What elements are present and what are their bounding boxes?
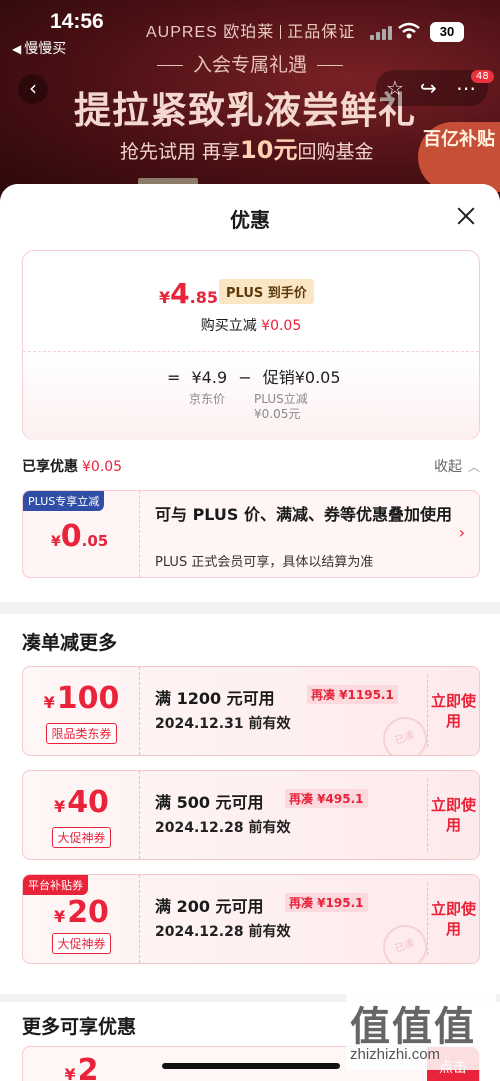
coupon-kind: 大促神券 bbox=[52, 933, 111, 954]
status-bar: 14:56 AUPRES 欧珀莱 正品保证 30 bbox=[0, 8, 500, 42]
signal-icon bbox=[370, 26, 392, 40]
subsidy-badge[interactable]: 百亿补贴 bbox=[418, 122, 500, 192]
coupon-condition: 满 1200 元可用 bbox=[155, 689, 275, 708]
coupon-remaining: 再凑 ¥195.1 bbox=[285, 893, 368, 912]
wifi-icon bbox=[398, 22, 420, 39]
battery-icon: 30 bbox=[430, 22, 464, 42]
plus-discount-amount: ¥0.05 bbox=[51, 519, 109, 554]
coupon-card[interactable]: ¥40 大促神券 满 500 元可用 再凑 ¥495.1 2024.12.28 … bbox=[22, 770, 480, 860]
brand-header: AUPRES 欧珀莱 正品保证 bbox=[146, 18, 355, 42]
back-button[interactable]: ‹ bbox=[18, 74, 48, 104]
message-count-badge: 48 bbox=[471, 70, 494, 83]
chevron-left-icon: ‹ bbox=[29, 76, 37, 100]
coupon-amount: ¥20 bbox=[54, 895, 109, 930]
use-now-button[interactable]: 立即使用 bbox=[427, 675, 479, 747]
use-now-button[interactable]: 立即使用 bbox=[427, 779, 479, 851]
buy-reduce: 购买立减 ¥0.05 bbox=[200, 318, 302, 334]
plus-price: ¥4.85 bbox=[159, 277, 218, 310]
brand-cn: 欧珀莱 bbox=[223, 24, 275, 41]
coupon-amount: ¥40 bbox=[54, 785, 109, 820]
price-formula: = ¥4.9 − 促销¥0.05 京东价 PLUS立减 ¥0.05元 bbox=[23, 352, 479, 440]
coupon-condition: 满 500 元可用 bbox=[155, 793, 264, 812]
banner-title: 提拉紧致乳液尝鲜礼 bbox=[74, 89, 416, 132]
coupons-section: 凑单减更多 ¥100 限品类东券 满 1200 元可用 再凑 ¥1195.1 2… bbox=[0, 614, 500, 994]
sheet-header-area: 优惠 ¥4.85 PLUS 到手价 购买立减 ¥0.05 = ¥4.9 − 促销… bbox=[0, 184, 500, 602]
close-button[interactable] bbox=[452, 202, 480, 230]
plus-corner-tag: PLUS专享立减 bbox=[23, 491, 105, 511]
coupon-card[interactable]: 平台补贴券 ¥20 大促神券 满 200 元可用 再凑 ¥195.1 2024.… bbox=[22, 874, 480, 964]
collapse-toggle[interactable]: 收起 ︿ bbox=[434, 456, 480, 476]
coupon-card[interactable]: ¥100 限品类东券 满 1200 元可用 再凑 ¥1195.1 2024.12… bbox=[22, 666, 480, 756]
enjoyed-discount-row: 已享优惠 ¥0.05 收起 ︿ bbox=[22, 456, 480, 476]
more-offers-title: 更多可享优惠 bbox=[22, 1016, 137, 1038]
coupon-validity: 2024.12.31 前有效 bbox=[155, 716, 291, 732]
brand-guarantee: 正品保证 bbox=[287, 24, 356, 41]
banner-line2: 抢先试用 再享10元回购基金 bbox=[120, 136, 374, 164]
jd-price-label: 京东价 bbox=[189, 392, 226, 406]
status-time: 14:56 bbox=[50, 10, 104, 33]
use-now-button[interactable]: 立即使用 bbox=[427, 883, 479, 955]
platform-subsidy-tag: 平台补贴券 bbox=[23, 875, 88, 895]
plus-price-tag: PLUS 到手价 bbox=[219, 279, 314, 304]
product-banner: 14:56 AUPRES 欧珀莱 正品保证 30 ◀ 慢慢买 入会专属礼遇 ‹ 提拉… bbox=[0, 0, 500, 200]
coupon-kind: 大促神券 bbox=[52, 827, 111, 848]
favorite-icon[interactable]: ☆ bbox=[386, 76, 404, 100]
coupon-remaining: 再凑 ¥1195.1 bbox=[307, 685, 398, 704]
coupon-remaining: 再凑 ¥495.1 bbox=[285, 789, 368, 808]
discount-sheet: 优惠 ¥4.85 PLUS 到手价 购买立减 ¥0.05 = ¥4.9 − 促销… bbox=[0, 184, 500, 1081]
home-indicator[interactable] bbox=[162, 1063, 340, 1069]
coupon-condition: 满 200 元可用 bbox=[155, 897, 264, 916]
promo-amount: 促销¥0.05 bbox=[262, 368, 341, 387]
jd-price: ¥4.9 bbox=[191, 368, 228, 387]
brand-en: AUPRES bbox=[146, 24, 218, 41]
sheet-title: 优惠 bbox=[230, 208, 270, 232]
watermark-logo: 值值值 bbox=[350, 1004, 476, 1050]
chevron-right-icon: › bbox=[458, 523, 465, 542]
collected-stamp: 已凑 bbox=[376, 918, 434, 963]
promo-label: PLUS立减 ¥0.05元 bbox=[254, 392, 308, 421]
plus-note: PLUS 正式会员可享，具体以结算为准 bbox=[155, 555, 374, 570]
plus-description: 可与 PLUS 价、满减、券等优惠叠加使用 bbox=[155, 505, 453, 524]
collected-stamp: 已凑 bbox=[376, 710, 434, 755]
coupon-validity: 2024.12.28 前有效 bbox=[155, 924, 291, 940]
watermark-text: zhizhizhi.com bbox=[350, 1046, 441, 1063]
coupon-validity: 2024.12.28 前有效 bbox=[155, 820, 291, 836]
price-card: ¥4.85 PLUS 到手价 购买立减 ¥0.05 = ¥4.9 − 促销¥0.… bbox=[22, 250, 480, 440]
coupon-kind: 限品类东券 bbox=[46, 723, 117, 744]
offer-amount: ¥2 bbox=[64, 1053, 99, 1081]
coupon-amount: ¥100 bbox=[43, 681, 120, 716]
chevron-up-icon: ︿ bbox=[467, 460, 480, 474]
plus-discount-card[interactable]: PLUS专享立减 ¥0.05 可与 PLUS 价、满减、券等优惠叠加使用 PLU… bbox=[22, 490, 480, 578]
watermark: 值值值 zhizhizhi.com bbox=[346, 990, 496, 1070]
coupons-title: 凑单减更多 bbox=[22, 632, 118, 654]
share-icon[interactable]: ↪ bbox=[420, 76, 437, 100]
